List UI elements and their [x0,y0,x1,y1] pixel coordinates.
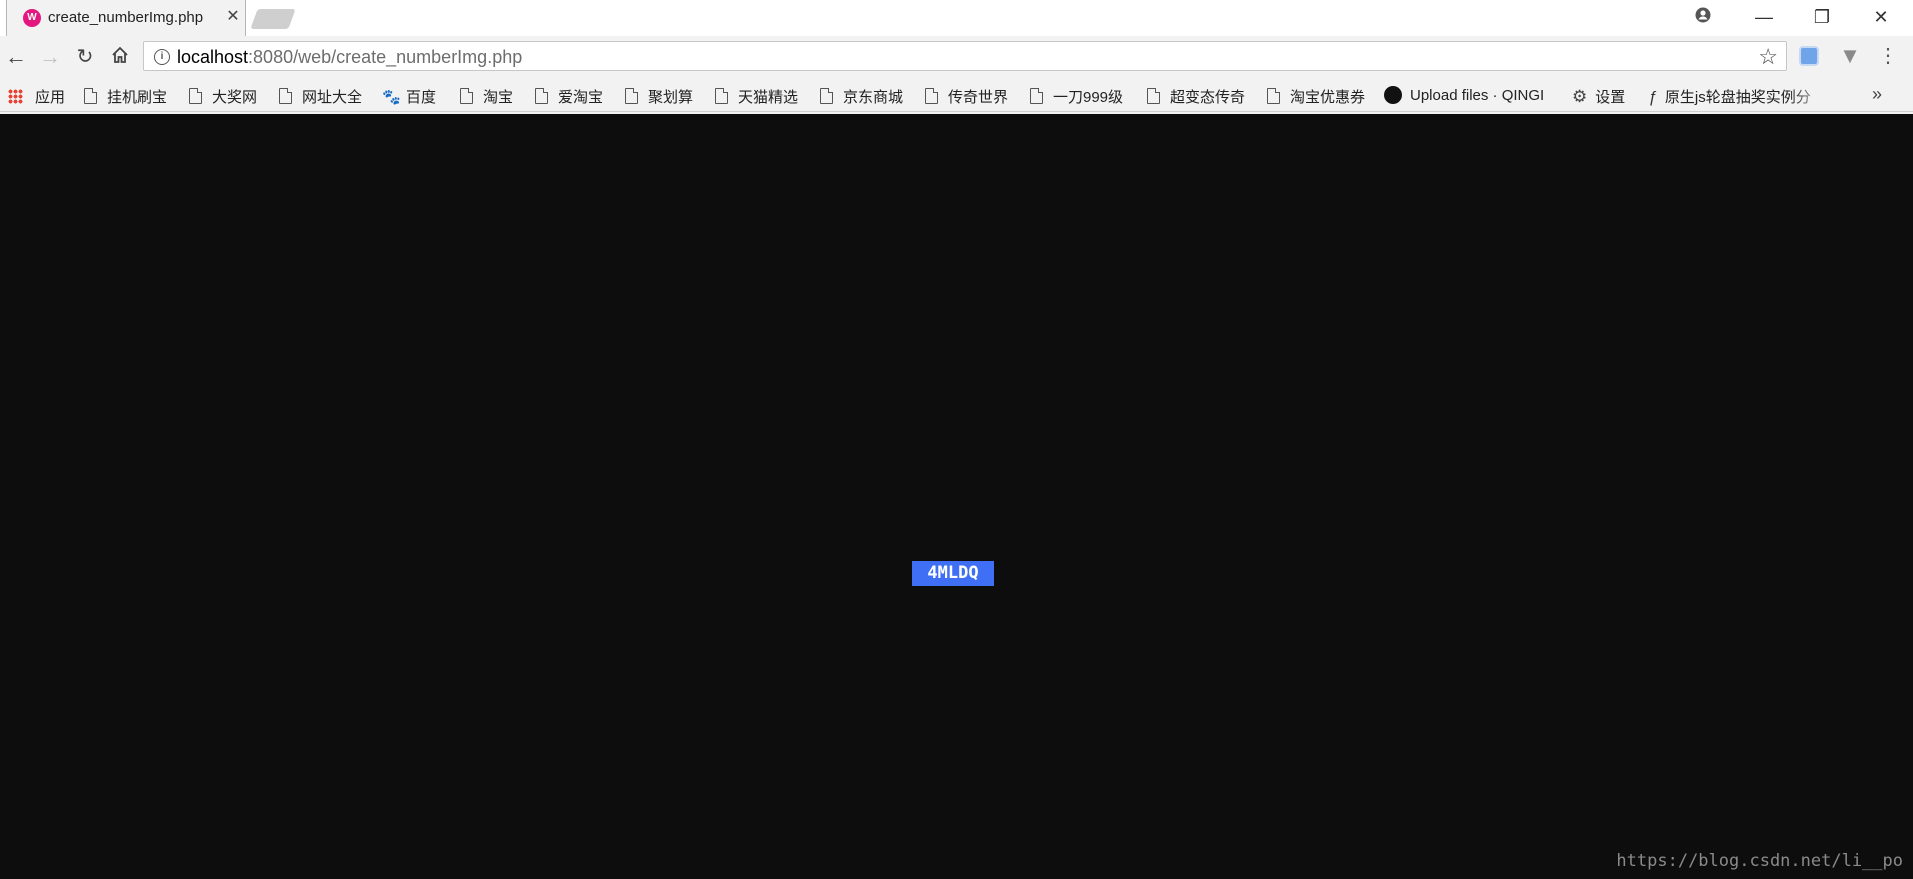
account-icon[interactable] [1675,0,1731,34]
page-icon [460,88,473,104]
bookmark-item[interactable]: 挂机刷宝 [84,86,167,108]
bookmark-item[interactable]: 超变态传奇 [1147,86,1245,108]
bookmark-item[interactable]: 聚划算 [625,86,693,108]
page-icon [189,88,202,104]
vue-devtools-icon[interactable]: ▼ [1838,44,1862,68]
page-icon [625,88,638,104]
back-icon[interactable]: ← [3,44,29,70]
url-host: localhost [177,47,249,67]
tab-strip: W create_numberImg.php ✕ — ❐ ✕ [0,0,1913,36]
bookmark-fade [1790,84,1830,108]
info-icon[interactable]: i [154,49,170,65]
bookmark-label: 网址大全 [302,89,363,106]
gear-icon: ⚙ [1572,87,1588,106]
bookmark-item[interactable]: 京东商城 [820,86,903,108]
bookmark-label: 一刀999级 [1053,89,1124,106]
bookmark-item[interactable]: ⚙ 设置 [1572,86,1625,108]
bookmark-item[interactable]: 网址大全 [279,86,362,108]
reload-icon[interactable]: ↻ [72,44,98,70]
bookmark-label: 原生js轮盘抽奖实例分 [1664,89,1811,106]
bookmark-label: 淘宝优惠券 [1290,89,1366,106]
bookmark-label: 聚划算 [648,89,694,106]
bookmark-label: 挂机刷宝 [107,89,168,106]
url-text: localhost:8080/web/create_numberImg.php [177,47,522,68]
watermark: https://blog.csdn.net/li__po [1616,851,1903,871]
page-icon [279,88,292,104]
baidu-paw-icon: 🐾 [382,89,401,106]
bookmark-apps[interactable]: 应用 [8,86,65,108]
toolbar: ← → ↻ i localhost:8080/web/create_number… [0,36,1913,78]
url-path: :8080/web/create_numberImg.php [248,47,523,67]
bookmark-item[interactable]: ƒ 原生js轮盘抽奖实例分 [1648,86,1811,108]
tab-title: create_numberImg.php [48,9,204,26]
bookmark-label: 京东商城 [843,89,904,106]
bookmark-label: 百度 [406,89,437,106]
restore-icon[interactable]: ❐ [1794,0,1850,34]
page-icon [1267,88,1280,104]
bookmark-item[interactable]: 🐾 百度 [382,86,436,108]
page-icon [84,88,97,104]
apps-icon [8,89,23,104]
function-icon: ƒ [1648,89,1657,106]
github-icon [1384,86,1402,104]
bookmark-label: 爱淘宝 [558,89,604,106]
bookmark-label: 淘宝 [483,89,514,106]
tab-close-icon[interactable]: ✕ [223,7,243,27]
page-icon [535,88,548,104]
bookmark-item[interactable]: 淘宝优惠券 [1267,86,1365,108]
bookmarks-bar: 应用 挂机刷宝 大奖网 网址大全 🐾 百度 淘宝 爱淘宝 聚划算 天猫精选 京东商… [0,80,1913,112]
page-icon [820,88,833,104]
bookmark-item[interactable]: 爱淘宝 [535,86,603,108]
bookmark-item[interactable]: Upload files · QINGI [1384,86,1544,108]
bookmark-star-icon[interactable]: ☆ [1758,44,1778,70]
forward-icon[interactable]: → [37,44,63,70]
bookmark-label: 应用 [35,89,66,106]
minimize-icon[interactable]: — [1736,0,1792,34]
page-icon [1147,88,1160,104]
new-tab-button[interactable] [250,9,296,29]
bookmark-item[interactable]: 淘宝 [460,86,513,108]
captcha-image: 4MLDQ [912,561,994,586]
address-bar[interactable]: i localhost:8080/web/create_numberImg.ph… [143,41,1787,71]
tab-active[interactable]: W create_numberImg.php ✕ [6,0,246,36]
bookmark-item[interactable]: 一刀999级 [1030,86,1123,108]
bookmarks-more-button[interactable]: » [1872,84,1882,105]
page-icon [715,88,728,104]
bookmark-label: 天猫精选 [738,89,799,106]
bookmark-item[interactable]: 传奇世界 [925,86,1008,108]
bookmark-label: Upload files · QINGI [1410,87,1545,104]
extension-icon[interactable] [1799,46,1819,66]
menu-icon[interactable]: ⋮ [1878,42,1898,70]
bookmark-label: 传奇世界 [948,89,1009,106]
page-icon [925,88,938,104]
home-icon[interactable] [107,44,133,70]
php-icon: W [23,9,41,27]
bookmark-label: 设置 [1595,89,1626,106]
bookmark-label: 超变态传奇 [1170,89,1246,106]
page-icon [1030,88,1043,104]
bookmark-item[interactable]: 大奖网 [189,86,257,108]
close-icon[interactable]: ✕ [1853,0,1909,34]
bookmark-label: 大奖网 [212,89,258,106]
browser-chrome: W create_numberImg.php ✕ — ❐ ✕ ← → ↻ i l… [0,0,1913,114]
bookmark-item[interactable]: 天猫精选 [715,86,798,108]
